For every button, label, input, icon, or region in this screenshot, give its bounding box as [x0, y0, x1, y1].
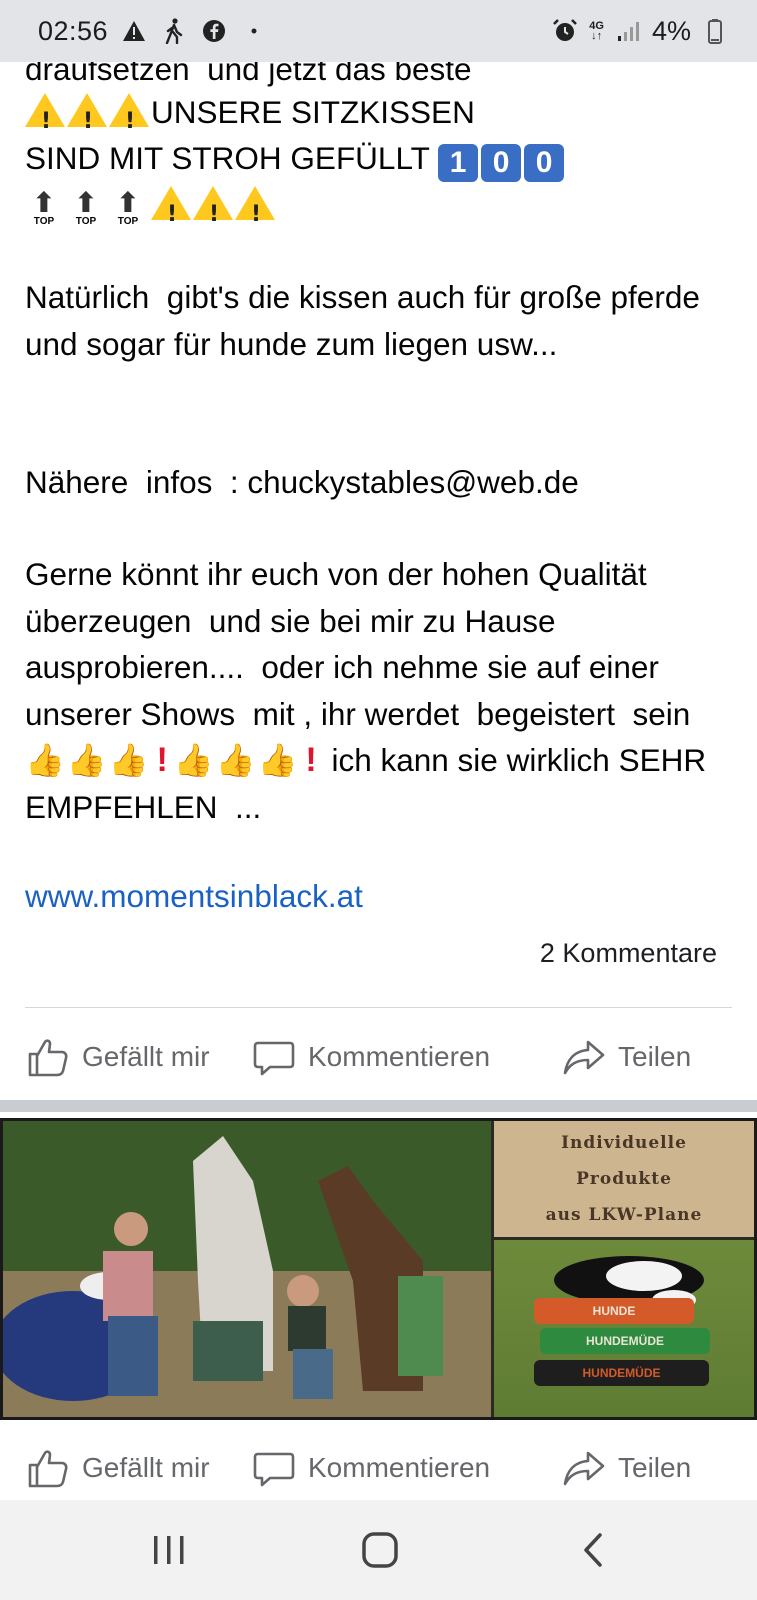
warning-emoji-icon — [235, 186, 275, 239]
warning-emoji-icon — [151, 186, 191, 239]
share-arrow-icon — [563, 1451, 605, 1486]
thumbs-up-emoji-icon: 👍 — [25, 742, 65, 778]
comment-bubble-icon — [253, 1041, 295, 1076]
battery-percent: 4% — [651, 15, 691, 46]
thumbs-up-emoji-icon: 👍 — [215, 742, 256, 778]
photo-title-line-1: Individuelle — [561, 1133, 687, 1153]
warning-emoji-icon — [109, 93, 149, 146]
network-type: 4G ↓↑ — [589, 20, 604, 42]
comment-button[interactable]: Kommentieren — [252, 1446, 490, 1490]
photo-title-card: Individuelle Produkte aus LKW-Plane — [494, 1121, 754, 1237]
signal-icon — [614, 17, 642, 45]
warning-icon — [120, 17, 148, 45]
recent-apps-button[interactable] — [139, 1524, 199, 1576]
home-icon — [362, 1532, 398, 1568]
like-label: Gefällt mir — [82, 1041, 210, 1072]
thumbs-up-emoji-icon: 👍 — [173, 742, 214, 778]
action-bar-2: Gefällt mir Kommentieren Teilen — [0, 1428, 757, 1508]
top-arrow-icon: ⬆ TOP — [74, 187, 98, 228]
post-paragraph-gerne: Gerne könnt ihr euch von der hohen Quali… — [25, 551, 735, 830]
thumbs-up-emoji-icon: 👍 — [108, 742, 149, 778]
divider — [25, 1007, 732, 1008]
status-bar: 02:56 4G ↓↑ 4% — [0, 0, 757, 62]
share-label: Teilen — [618, 1452, 692, 1483]
dot-icon — [240, 17, 268, 45]
post-link[interactable]: www.momentsinblack.at — [25, 873, 735, 920]
thumbs-up-emoji-icon: 👍 — [66, 742, 107, 778]
keycap-0-icon: 0 — [524, 144, 565, 182]
share-button[interactable]: Teilen — [562, 1035, 691, 1079]
warning-emoji-icon — [25, 93, 65, 146]
recent-apps-icon — [154, 1536, 184, 1564]
photo-dog-pillows: HUNDE HUNDEMÜDE HUNDEMÜDE — [494, 1240, 754, 1417]
exclamation-emoji-icon: ! — [156, 741, 168, 779]
gerne-text: Gerne könnt ihr euch von der hohen Quali… — [25, 556, 700, 732]
post-photo[interactable]: Individuelle Produkte aus LKW-Plane HUND… — [0, 1118, 757, 1420]
thumbs-up-icon — [28, 1039, 68, 1077]
keycap-1-icon: 1 — [438, 144, 479, 182]
clock: 02:56 — [38, 15, 109, 46]
post-separator — [0, 1100, 757, 1112]
photo-horses-scene — [3, 1121, 491, 1417]
comment-bubble-icon — [253, 1452, 295, 1487]
photo-title-line-3: aus LKW-Plane — [545, 1205, 703, 1225]
home-button[interactable] — [350, 1524, 410, 1576]
battery-icon — [701, 17, 729, 45]
facebook-icon — [200, 17, 228, 45]
share-label: Teilen — [618, 1041, 692, 1072]
pillow-orange: HUNDE — [534, 1298, 694, 1324]
comments-count-link[interactable]: 2 Kommentare — [540, 938, 717, 969]
thumbs-up-emoji-icon: 👍 — [257, 742, 298, 778]
post-paragraph-infos: Nähere infos : chuckystables@web.de — [25, 464, 579, 500]
pillow-green: HUNDEMÜDE — [540, 1328, 710, 1354]
thumbs-up-icon — [28, 1450, 68, 1488]
post-line-top-icons: ⬆ TOP ⬆ TOP ⬆ TOP — [25, 182, 735, 239]
top-arrow-icon: ⬆ TOP — [32, 187, 56, 228]
post-line-stroh: SIND MIT STROH GEFÜLLT 100 — [25, 135, 735, 182]
like-label: Gefällt mir — [82, 1452, 210, 1483]
like-button[interactable]: Gefällt mir — [26, 1446, 210, 1490]
share-button[interactable]: Teilen — [562, 1446, 691, 1490]
exclamation-emoji-icon: ! — [305, 741, 317, 779]
stroh-text: SIND MIT STROH GEFÜLLT — [25, 140, 439, 176]
like-button[interactable]: Gefällt mir — [26, 1035, 210, 1079]
post-paragraph-kissen: Natürlich gibt's die kissen auch für gro… — [25, 279, 709, 362]
comment-label: Kommentieren — [308, 1041, 491, 1072]
back-button[interactable] — [563, 1524, 623, 1576]
comment-label: Kommentieren — [308, 1452, 491, 1483]
top-arrow-icon: ⬆ TOP — [116, 187, 140, 228]
post-text-cut-line: draufsetzen und jetzt das beste — [25, 62, 472, 87]
warning-emoji-icon — [193, 186, 233, 239]
post-body: draufsetzen und jetzt das beste UNSERE S… — [0, 62, 757, 1100]
system-nav-bar — [0, 1500, 757, 1600]
photo-title-line-2: Produkte — [576, 1169, 672, 1189]
action-bar: Gefällt mir Kommentieren Teilen — [0, 1017, 757, 1097]
post-line-sitzkissen: UNSERE SITZKISSEN — [25, 89, 735, 146]
share-arrow-icon — [563, 1040, 605, 1075]
walking-person-icon — [160, 17, 188, 45]
comment-button[interactable]: Kommentieren — [252, 1035, 490, 1079]
back-chevron-icon — [584, 1533, 602, 1567]
keycap-0-icon: 0 — [481, 144, 522, 182]
pillow-black: HUNDEMÜDE — [534, 1360, 709, 1386]
sitzkissen-text: UNSERE SITZKISSEN — [151, 94, 475, 130]
warning-emoji-icon — [67, 93, 107, 146]
alarm-icon — [551, 17, 579, 45]
